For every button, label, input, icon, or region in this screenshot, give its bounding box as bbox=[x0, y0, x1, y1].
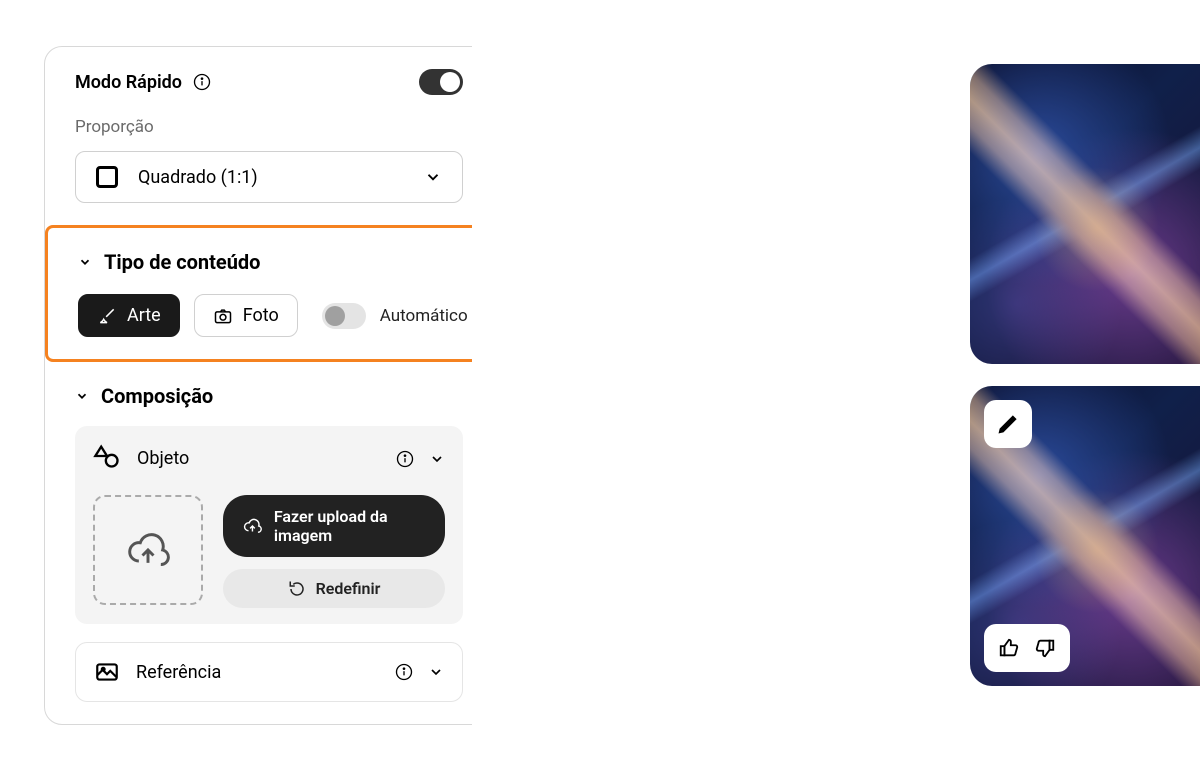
chevron-down-icon bbox=[75, 389, 89, 403]
reset-label: Redefinir bbox=[316, 579, 381, 598]
thumbnail-2[interactable] bbox=[970, 386, 1200, 686]
chevron-down-icon[interactable] bbox=[429, 451, 445, 467]
cloud-upload-icon bbox=[243, 515, 262, 537]
upload-image-button[interactable]: Fazer upload da imagem bbox=[223, 495, 445, 557]
composition-header[interactable]: Composição bbox=[75, 384, 463, 408]
settings-panel: Modo Rápido Proporção Quadrado (1:1) Tip… bbox=[44, 46, 472, 725]
chevron-down-icon bbox=[428, 664, 444, 680]
composition-object-card: Objeto Fazer upload da imagem bbox=[75, 426, 463, 624]
auto-toggle[interactable] bbox=[322, 303, 366, 329]
camera-icon bbox=[213, 306, 233, 326]
chevron-down-icon bbox=[78, 255, 92, 269]
content-type-section: Tipo de conteúdo Arte Foto Automático bbox=[45, 225, 472, 362]
cloud-upload-icon bbox=[126, 528, 170, 572]
thumbnails-column bbox=[970, 64, 1200, 686]
brush-icon bbox=[97, 306, 117, 326]
shapes-icon bbox=[93, 442, 121, 475]
info-icon[interactable] bbox=[394, 662, 414, 682]
square-icon bbox=[96, 166, 118, 188]
info-icon[interactable] bbox=[192, 72, 212, 92]
composition-section: Composição Objeto bbox=[45, 362, 472, 724]
info-icon[interactable] bbox=[395, 449, 415, 469]
quick-mode-label: Modo Rápido bbox=[75, 72, 182, 93]
image-ref-icon bbox=[94, 659, 120, 685]
composition-heading: Composição bbox=[101, 384, 213, 408]
art-label: Arte bbox=[127, 305, 161, 326]
ratio-heading: Proporção bbox=[75, 117, 463, 137]
reset-button[interactable]: Redefinir bbox=[223, 569, 445, 608]
aspect-ratio-select[interactable]: Quadrado (1:1) bbox=[75, 151, 463, 203]
edit-button[interactable] bbox=[984, 400, 1032, 448]
object-label: Objeto bbox=[137, 448, 189, 469]
content-type-photo-button[interactable]: Foto bbox=[194, 294, 298, 337]
upload-image-label: Fazer upload da imagem bbox=[274, 507, 425, 545]
content-type-heading: Tipo de conteúdo bbox=[104, 250, 260, 274]
content-type-art-button[interactable]: Arte bbox=[78, 294, 180, 337]
reset-icon bbox=[288, 580, 306, 598]
chevron-down-icon bbox=[424, 168, 442, 186]
pencil-icon bbox=[997, 413, 1019, 435]
composition-reference-card[interactable]: Referência bbox=[75, 642, 463, 702]
feedback-buttons bbox=[984, 624, 1070, 672]
thumbnail-1[interactable] bbox=[970, 64, 1200, 364]
content-type-header[interactable]: Tipo de conteúdo bbox=[78, 250, 460, 274]
reference-label: Referência bbox=[136, 662, 221, 683]
object-upload-dropzone[interactable] bbox=[93, 495, 203, 605]
aspect-ratio-value: Quadrado (1:1) bbox=[138, 167, 258, 188]
photo-label: Foto bbox=[243, 305, 279, 326]
thumbs-up-icon[interactable] bbox=[998, 637, 1020, 659]
auto-label: Automático bbox=[380, 306, 468, 326]
quick-mode-section: Modo Rápido Proporção Quadrado (1:1) bbox=[45, 47, 472, 225]
quick-mode-toggle[interactable] bbox=[419, 69, 463, 95]
thumbs-down-icon[interactable] bbox=[1034, 637, 1056, 659]
